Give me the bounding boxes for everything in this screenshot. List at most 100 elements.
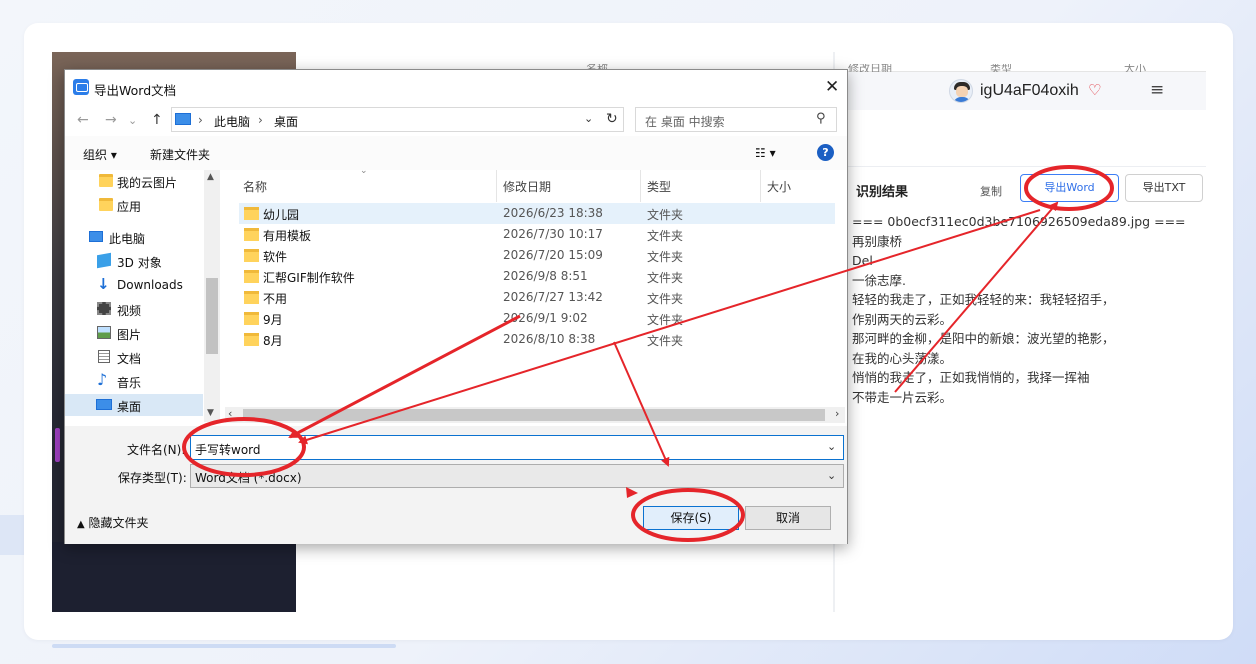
nav-item-label: 我的云图片 xyxy=(117,176,178,190)
file-row[interactable]: 不用 2026/7/27 13:42 文件夹 xyxy=(239,287,835,308)
filetype-dropdown-icon[interactable]: ⌄ xyxy=(827,469,836,482)
back-arrow-icon[interactable]: ← xyxy=(77,112,89,128)
chevron-up-icon: ▲ xyxy=(77,519,85,530)
nav-item[interactable]: 3D 对象 xyxy=(65,250,203,272)
file-date: 2026/8/10 8:38 xyxy=(503,332,596,346)
search-icon: ⚲ xyxy=(816,111,826,126)
scroll-left-icon[interactable]: ‹ xyxy=(228,407,232,420)
export-txt-button[interactable]: 导出TXT xyxy=(1125,174,1203,202)
address-dropdown-icon[interactable]: ⌄ xyxy=(584,112,593,125)
address-bar[interactable]: › 此电脑 › 桌面 ⌄ ↻ xyxy=(171,107,624,132)
folder-icon xyxy=(99,198,113,211)
nav-item[interactable]: 视频 xyxy=(65,298,203,320)
result-line: 那河畔的金柳，是阳中的新娘：波光望的艳影， xyxy=(852,331,1115,346)
folder-icon xyxy=(244,333,259,346)
cancel-button[interactable]: 取消 xyxy=(745,506,831,530)
horizontal-scrollbar[interactable]: ‹ › xyxy=(225,407,845,423)
nav-item[interactable]: 此电脑 xyxy=(65,226,203,248)
file-date: 2026/7/27 13:42 xyxy=(503,290,603,304)
breadcrumb-separator: › xyxy=(258,113,263,127)
search-input[interactable]: 在 桌面 中搜索 ⚲ xyxy=(635,107,837,132)
nav-item[interactable]: 文档 xyxy=(65,346,203,368)
behind-col-size: 大小 xyxy=(1124,64,1146,72)
result-text[interactable]: === 0b0ecf311ec0d3be7106926509eda89.jpg … xyxy=(852,212,1202,407)
music-icon: ♪ xyxy=(97,370,108,389)
dialog-title: 导出Word文档 xyxy=(94,83,177,98)
scroll-right-icon[interactable]: › xyxy=(835,407,839,420)
up-arrow-icon[interactable]: ↑ xyxy=(151,112,163,128)
nav-scrollbar[interactable]: ▲ ▼ xyxy=(204,170,220,422)
breadcrumb-this-pc[interactable]: 此电脑 xyxy=(214,113,250,130)
column-name[interactable]: 名称 xyxy=(243,178,267,195)
organize-button[interactable]: 组织 ▾ xyxy=(83,146,117,163)
view-options-icon[interactable]: ☷ ▾ xyxy=(755,146,776,160)
nav-item-label: 音乐 xyxy=(117,376,142,390)
video-icon xyxy=(97,302,111,315)
scroll-down-icon[interactable]: ▼ xyxy=(207,408,214,418)
result-line: 再别康桥 xyxy=(852,233,903,249)
scrollbar-thumb[interactable] xyxy=(206,278,218,354)
nav-item-label: 文档 xyxy=(117,352,142,366)
result-title: 识别结果 xyxy=(856,185,909,200)
nav-item-desktop[interactable]: 桌面 xyxy=(65,394,203,416)
file-row[interactable]: 软件 2026/7/20 15:09 文件夹 xyxy=(239,245,835,266)
file-row[interactable]: 幼儿园 2026/6/23 18:38 文件夹 xyxy=(239,203,835,224)
file-row[interactable]: 8月 2026/8/10 8:38 文件夹 xyxy=(239,329,835,350)
computer-icon xyxy=(89,231,103,242)
behind-col-type: 类型 xyxy=(990,64,1012,72)
column-type[interactable]: 类型 xyxy=(647,178,671,195)
save-button[interactable]: 保存(S) xyxy=(643,506,739,530)
help-icon[interactable]: ? xyxy=(817,144,834,161)
close-icon[interactable]: ✕ xyxy=(825,77,839,97)
breadcrumb-desktop[interactable]: 桌面 xyxy=(274,113,298,130)
avatar[interactable] xyxy=(949,79,973,103)
file-type: 文件夹 xyxy=(647,229,684,243)
file-row[interactable]: 汇帮GIF制作软件 2026/9/8 8:51 文件夹 xyxy=(239,266,835,287)
hide-folders-toggle[interactable]: ▲ 隐藏文件夹 xyxy=(77,514,149,531)
filename-dropdown-icon[interactable]: ⌄ xyxy=(827,440,836,453)
folder-icon xyxy=(244,270,259,283)
file-type: 文件夹 xyxy=(647,271,684,285)
export-word-button[interactable]: 导出Word xyxy=(1020,174,1119,202)
download-icon: ↓ xyxy=(97,275,110,293)
nav-item[interactable]: ↓ Downloads xyxy=(65,274,203,296)
wallpaper-image-lower xyxy=(52,542,296,612)
filetype-select[interactable]: Word文档 (*.docx) ⌄ xyxy=(190,464,844,488)
result-line: 在我的心头荡漾。 xyxy=(852,350,953,366)
nav-item[interactable]: 应用 xyxy=(65,194,203,216)
file-row[interactable]: 9月 2026/9/1 9:02 文件夹 xyxy=(239,308,835,329)
scroll-up-icon[interactable]: ▲ xyxy=(207,172,214,182)
recent-chevron-icon[interactable]: ⌄ xyxy=(128,114,137,127)
sort-chevron-icon: ⌄ xyxy=(360,166,368,176)
result-line: === 0b0ecf311ec0d3be7106926509eda89.jpg … xyxy=(852,214,1186,229)
address-row: ← → ⌄ ↑ › 此电脑 › 桌面 ⌄ ↻ 在 桌面 中搜索 ⚲ xyxy=(65,104,847,136)
copy-button[interactable]: 复制 xyxy=(980,183,1002,199)
file-name: 不用 xyxy=(263,292,288,306)
file-row[interactable]: 有用模板 2026/7/30 10:17 文件夹 xyxy=(239,224,835,245)
file-type: 文件夹 xyxy=(647,250,684,264)
nav-item[interactable]: 我的云图片 xyxy=(65,170,203,192)
computer-icon xyxy=(175,113,191,125)
menu-icon[interactable]: ≡ xyxy=(1150,82,1164,99)
cube-icon xyxy=(97,252,111,269)
column-date[interactable]: 修改日期 xyxy=(503,178,551,195)
username: igU4aF04oxih xyxy=(980,82,1079,99)
vip-heart-icon[interactable]: ♡ xyxy=(1088,82,1106,98)
filename-label: 文件名(N): xyxy=(127,443,186,457)
result-line: Del xyxy=(852,253,873,268)
filename-input[interactable]: 手写转word ⌄ xyxy=(190,435,844,460)
dialog-titlebar[interactable]: 导出Word文档 ✕ xyxy=(65,70,847,104)
new-folder-button[interactable]: 新建文件夹 xyxy=(150,146,210,163)
scrollbar-thumb[interactable] xyxy=(243,409,825,421)
nav-item-label: 桌面 xyxy=(117,400,142,414)
nav-item-label: Downloads xyxy=(117,278,183,292)
refresh-icon[interactable]: ↻ xyxy=(606,111,618,127)
nav-item-label: 3D 对象 xyxy=(117,256,162,270)
nav-item-label: 图片 xyxy=(117,328,142,342)
nav-item[interactable]: ♪ 音乐 xyxy=(65,370,203,392)
nav-item[interactable]: 图片 xyxy=(65,322,203,344)
forward-arrow-icon[interactable]: → xyxy=(105,112,117,128)
file-type: 文件夹 xyxy=(647,208,684,222)
document-icon xyxy=(98,350,110,363)
column-size[interactable]: 大小 xyxy=(767,178,791,195)
